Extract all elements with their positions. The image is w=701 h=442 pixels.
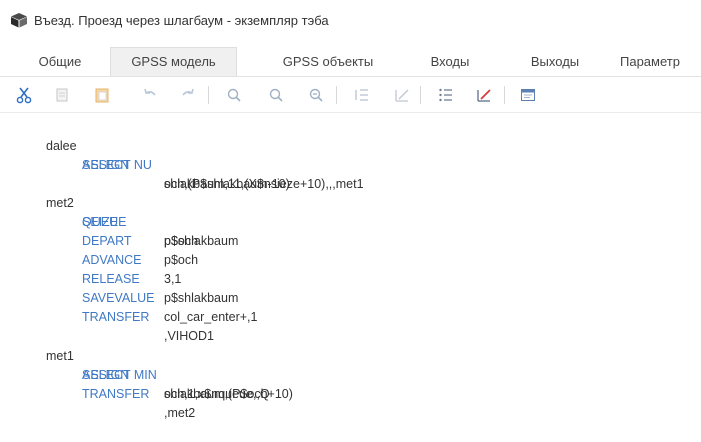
code-line: SEIZE p$shlakbaum	[0, 194, 701, 248]
code-line: ASSIGN shlakbaum,(P$och+10)	[0, 347, 701, 401]
tab-outputs[interactable]: Выходы	[510, 48, 600, 75]
editor-toolbar	[0, 78, 701, 113]
code-line: RELEASE p$shlakbaum	[0, 251, 701, 305]
toolbar-separator	[336, 86, 337, 104]
window-icon[interactable]	[518, 85, 538, 105]
toolbar-separator	[504, 86, 505, 104]
uncheck-red-icon[interactable]	[474, 85, 494, 105]
zoom-in-icon[interactable]	[224, 85, 244, 105]
code-editor[interactable]: dalee SELECT NU shlakbaum,11,(X$nsieze+1…	[0, 113, 701, 420]
code-line: met2 QUEUE p$och	[0, 175, 701, 248]
copy-icon[interactable]	[52, 85, 72, 105]
code-line: ADVANCE 3,1	[0, 232, 701, 286]
code-args: ,met2	[164, 406, 196, 420]
title-bar: Въезд. Проезд через шлагбаум - экземпляр…	[0, 0, 701, 40]
tab-gpss-objects[interactable]: GPSS объекты	[258, 48, 398, 75]
list-icon[interactable]	[436, 85, 456, 105]
app-cube-icon	[10, 12, 28, 28]
cut-icon[interactable]	[14, 85, 34, 105]
indent-icon[interactable]	[352, 85, 372, 105]
code-line: met1 SELECT MIN och,1,x$nqueue,,Q	[0, 328, 701, 401]
tab-parameters[interactable]: Параметр	[620, 48, 701, 75]
code-line: dalee SELECT NU shlakbaum,11,(X$nsieze+1…	[0, 118, 701, 191]
window-title: Въезд. Проезд через шлагбаум - экземпляр…	[34, 12, 329, 28]
code-line: ASSIGN och,(P$shlakbaum-10)	[0, 137, 701, 191]
code-line: SAVEVALUE col_car_enter+,1	[0, 270, 701, 324]
redo-icon[interactable]	[178, 85, 198, 105]
code-line: TRANSFER ,met2	[0, 366, 701, 420]
undo-icon[interactable]	[140, 85, 160, 105]
toolbar-separator	[208, 86, 209, 104]
code-line: TRANSFER ,VIHOD1	[0, 289, 701, 343]
paste-icon[interactable]	[92, 85, 112, 105]
code-args: col_car_enter+,1	[164, 310, 258, 324]
uncheck-icon[interactable]	[392, 85, 412, 105]
tab-gpss-model[interactable]: GPSS модель	[110, 47, 237, 76]
zoom-out-icon[interactable]	[306, 85, 326, 105]
code-keyword: ASSIGN	[82, 158, 130, 172]
tab-general[interactable]: Общие	[20, 48, 100, 75]
zoom-icon[interactable]	[266, 85, 286, 105]
toolbar-separator	[420, 86, 421, 104]
code-keyword: TRANSFER	[82, 310, 150, 324]
tab-inputs[interactable]: Входы	[410, 48, 490, 75]
code-line: DEPART p$och	[0, 213, 701, 267]
tab-bar: Общие GPSS модель GPSS объекты Входы Вых…	[0, 47, 701, 77]
